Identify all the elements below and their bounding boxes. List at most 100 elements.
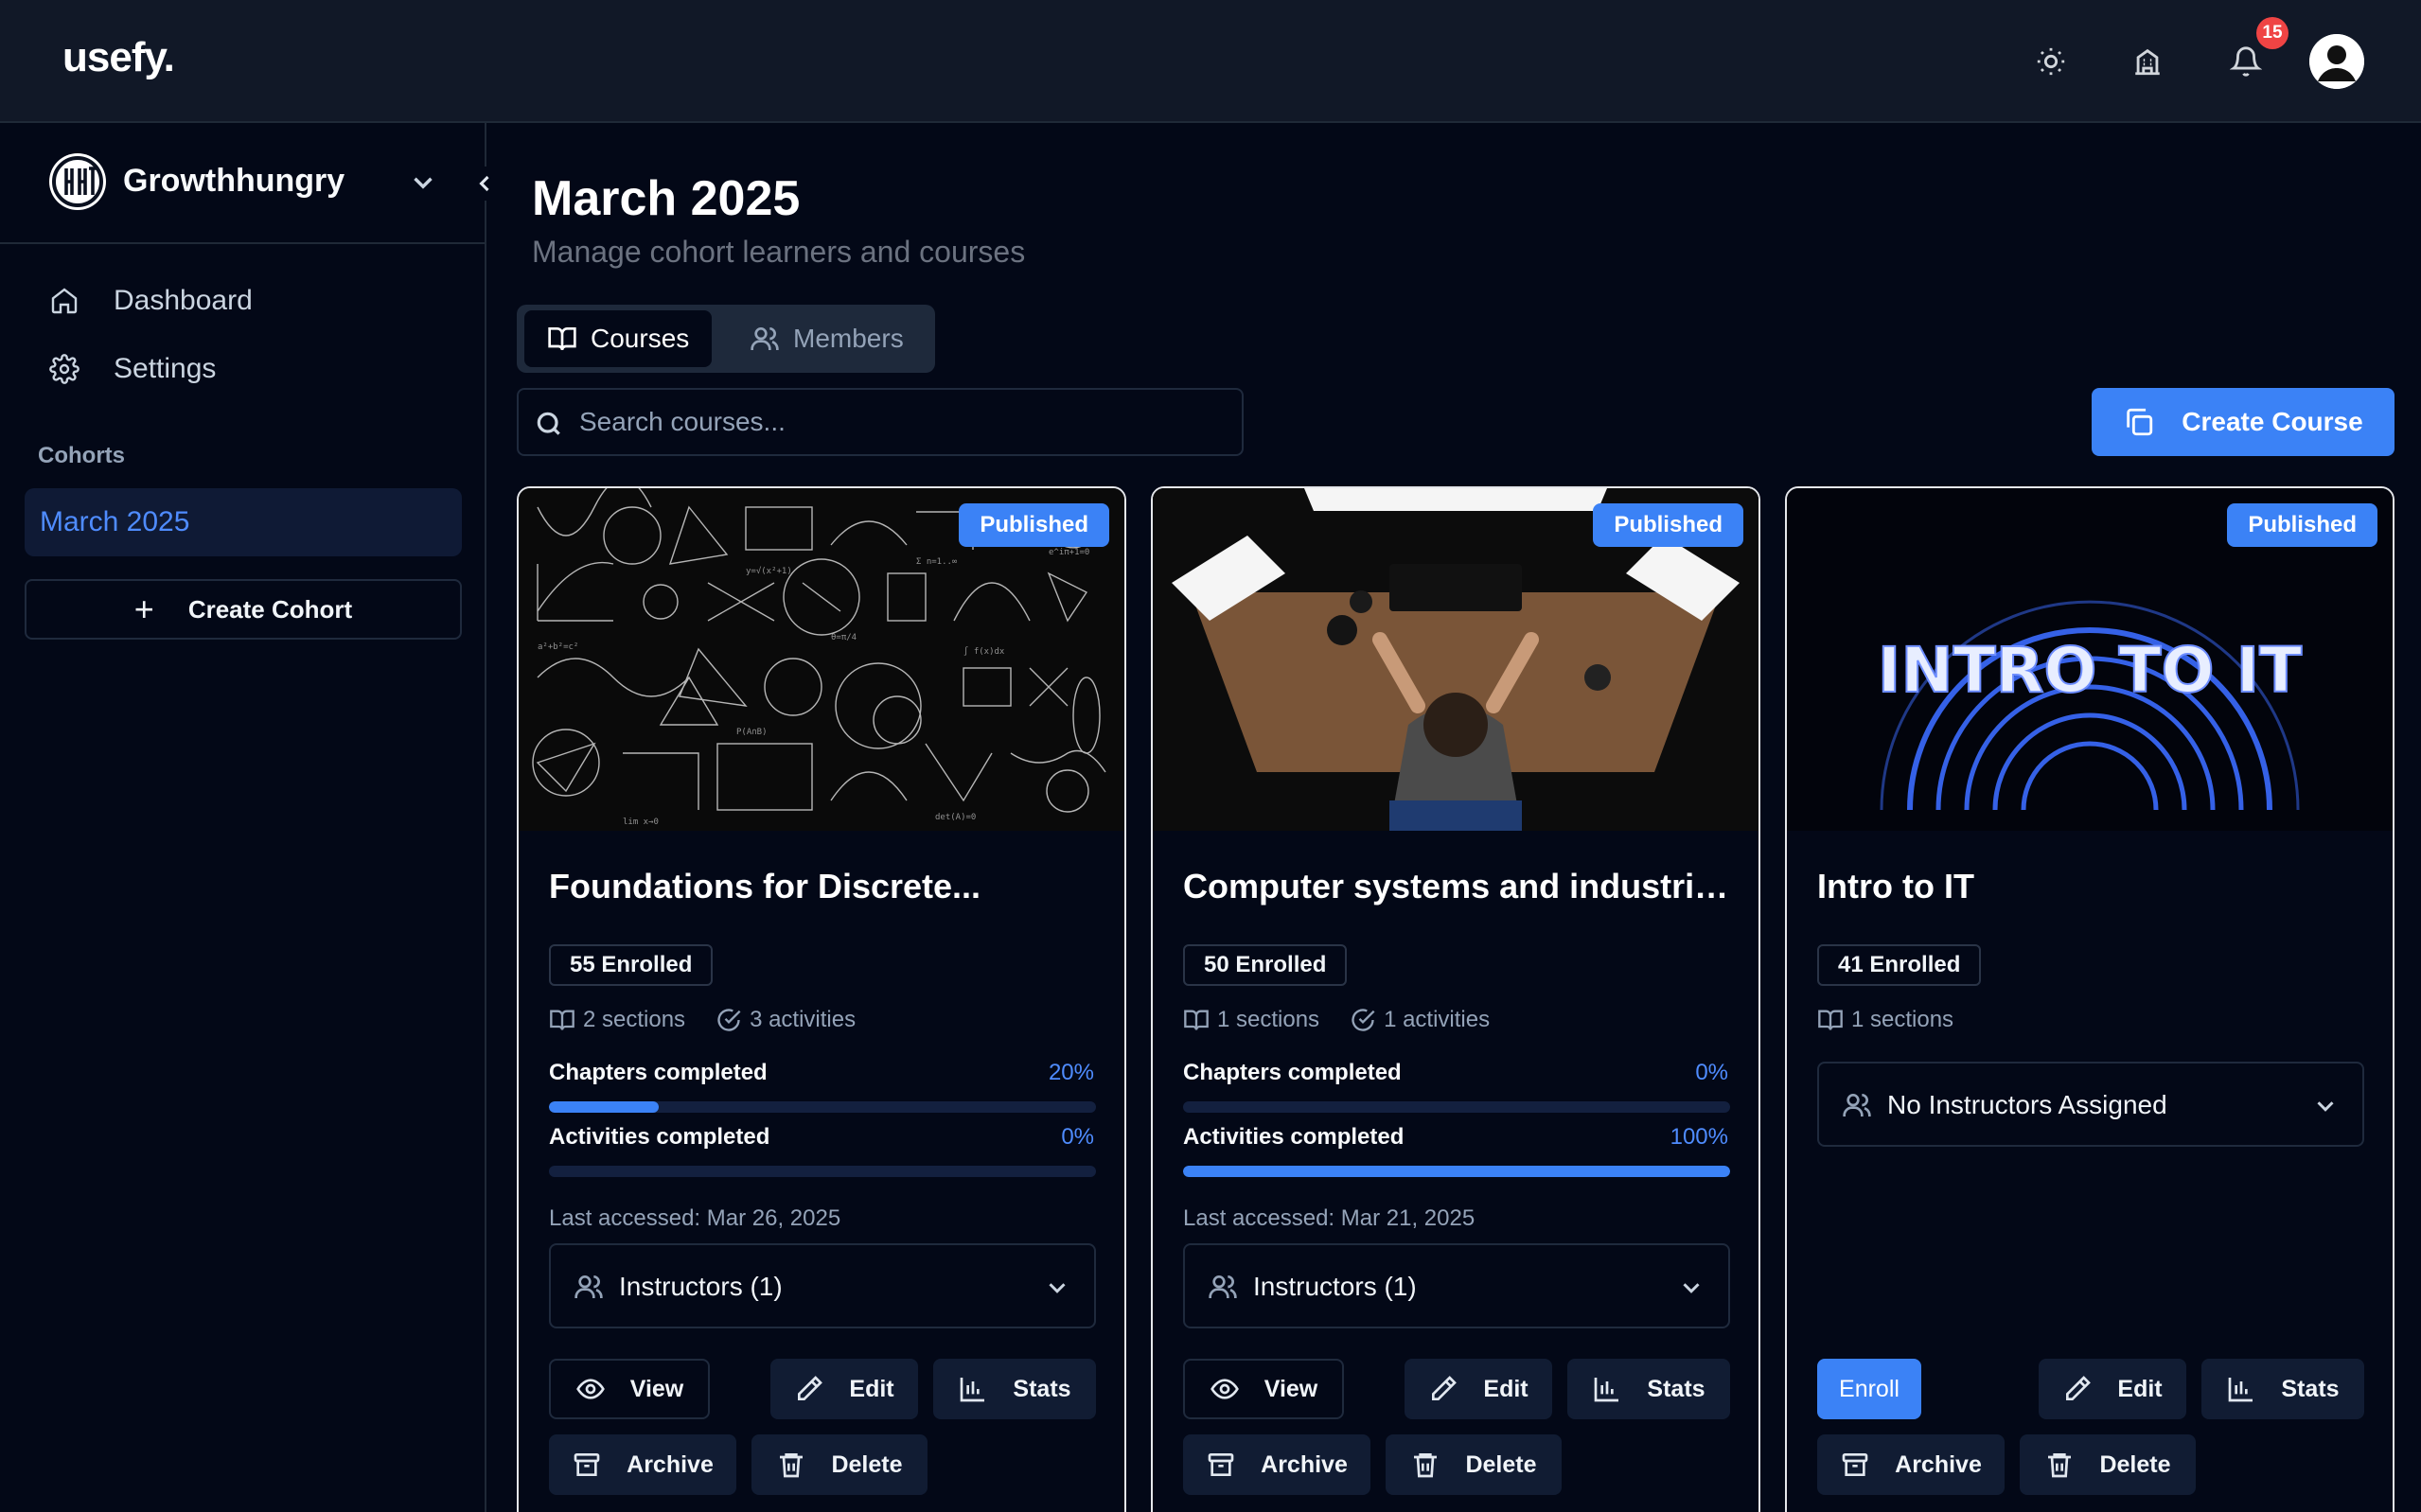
progress-fill: [1183, 1166, 1730, 1177]
create-cohort-label: Create Cohort: [187, 594, 353, 624]
book-open-icon: [1818, 1010, 1843, 1030]
stats-button[interactable]: Stats: [2201, 1359, 2364, 1419]
activities-count: 1 activities: [1384, 1007, 1491, 1032]
edit-button[interactable]: Edit: [770, 1359, 918, 1419]
delete-button[interactable]: Delete: [1386, 1434, 1562, 1495]
chapters-completed-label: Chapters completed: [549, 1060, 768, 1085]
sun-icon[interactable]: [2025, 36, 2076, 87]
enrolled-badge: 41 Enrolled: [1817, 944, 1982, 986]
activities-completed-value: 0%: [1061, 1124, 1094, 1150]
svg-text:lim x→0: lim x→0: [623, 818, 659, 827]
course-card: Published Computer systems and industria…: [1151, 486, 1760, 1512]
search-input[interactable]: [579, 399, 1223, 445]
last-accessed: Last accessed: Mar 21, 2025: [1183, 1205, 1476, 1231]
delete-label: Delete: [1465, 1450, 1537, 1478]
svg-text:Σ n=1..∞: Σ n=1..∞: [916, 557, 958, 567]
tab-label: Members: [793, 324, 904, 353]
copy-icon: [2127, 408, 2153, 436]
activities-completed-label: Activities completed: [549, 1124, 770, 1150]
archive-button[interactable]: Archive: [1817, 1434, 2005, 1495]
view-label: View: [1264, 1375, 1318, 1402]
course-thumbnail[interactable]: y=√(x²+1) Σ n=1..∞ a²+b²=c² ∫ f(x)dx P(A∩B)…: [519, 488, 1124, 831]
book-open-icon: [1184, 1010, 1209, 1030]
trash-icon: [1414, 1453, 1438, 1478]
enrolled-badge: 50 Enrolled: [1183, 944, 1348, 986]
activities-completed-value: 100%: [1670, 1124, 1728, 1150]
plus-icon: +: [133, 589, 154, 628]
view-button[interactable]: View: [1183, 1359, 1344, 1419]
stats-label: Stats: [1647, 1375, 1705, 1402]
org-switcher[interactable]: Growthhungry: [0, 123, 485, 244]
top-navbar: usefy. 15: [0, 0, 2421, 123]
instructors-dropdown[interactable]: No Instructors Assigned: [1817, 1062, 2364, 1147]
thumbnail-title: INTRO TO IT: [1878, 634, 2302, 707]
tab-courses[interactable]: Courses: [524, 310, 713, 367]
app-logo[interactable]: usefy.: [62, 34, 175, 81]
instructors-dropdown[interactable]: Instructors (1): [1183, 1243, 1730, 1328]
instructors-label: Instructors (1): [1253, 1272, 1417, 1301]
users-icon: [1843, 1094, 1871, 1116]
enroll-button[interactable]: Enroll: [1817, 1359, 1921, 1419]
chevron-down-icon[interactable]: [407, 167, 439, 199]
chevron-down-icon: [1049, 1283, 1066, 1293]
tab-members[interactable]: Members: [727, 310, 927, 367]
archive-icon: [1208, 1453, 1234, 1476]
cohorts-heading: Cohorts: [38, 443, 125, 468]
sidebar-item-settings[interactable]: Settings: [49, 346, 216, 392]
svg-text:θ=π/4: θ=π/4: [831, 633, 857, 642]
stats-button[interactable]: Stats: [933, 1359, 1096, 1419]
archive-icon: [574, 1453, 600, 1476]
edit-button[interactable]: Edit: [1405, 1359, 1552, 1419]
course-meta: 2 sections 3 activities: [549, 1007, 886, 1033]
pencil-icon: [2066, 1376, 2092, 1400]
svg-text:det(A)=0: det(A)=0: [935, 813, 976, 822]
check-circle-icon: [717, 1009, 741, 1031]
chapters-progress-bar: [1183, 1101, 1730, 1113]
collapse-sidebar-button[interactable]: [468, 167, 502, 201]
course-title[interactable]: Foundations for Discrete...: [549, 867, 1107, 906]
delete-button[interactable]: Delete: [2020, 1434, 2196, 1495]
delete-button[interactable]: Delete: [751, 1434, 928, 1495]
sections-count: 1 sections: [1851, 1007, 1954, 1032]
archive-button[interactable]: Archive: [1183, 1434, 1370, 1495]
users-icon: [751, 327, 779, 350]
sidebar: Growthhungry Dashboard Settings Cohorts …: [0, 123, 502, 1512]
svg-text:∫ f(x)dx: ∫ f(x)dx: [963, 646, 1005, 657]
chevron-down-icon: [2317, 1101, 2334, 1112]
last-accessed: Last accessed: Mar 26, 2025: [549, 1205, 841, 1231]
instructors-dropdown[interactable]: Instructors (1): [549, 1243, 1096, 1328]
pencil-icon: [798, 1376, 823, 1400]
bar-chart-icon: [961, 1378, 985, 1402]
chapters-progress-bar: [549, 1101, 1096, 1113]
building-icon[interactable]: [2122, 36, 2173, 87]
search-bar: [517, 388, 1244, 456]
enrolled-badge: 55 Enrolled: [549, 944, 714, 986]
avatar[interactable]: [2309, 34, 2364, 89]
stats-button[interactable]: Stats: [1567, 1359, 1730, 1419]
create-cohort-button[interactable]: + Create Cohort: [25, 579, 462, 640]
sidebar-item-dashboard[interactable]: Dashboard: [49, 278, 253, 324]
published-badge: Published: [959, 503, 1109, 547]
course-title[interactable]: Computer systems and industrial...: [1183, 867, 1741, 906]
course-thumbnail[interactable]: Published: [1153, 488, 1758, 831]
tab-list: Courses Members: [517, 305, 935, 373]
eye-icon: [1210, 1379, 1239, 1399]
delete-label: Delete: [2099, 1450, 2171, 1478]
course-title[interactable]: Intro to IT: [1817, 867, 2376, 906]
sidebar-item-label: Dashboard: [114, 285, 253, 316]
course-meta: 1 sections 1 activities: [1183, 1007, 1520, 1033]
notification-badge: 15: [2256, 17, 2288, 49]
course-card: y=√(x²+1) Σ n=1..∞ a²+b²=c² ∫ f(x)dx P(A∩B)…: [517, 486, 1126, 1512]
edit-label: Edit: [2117, 1375, 2163, 1402]
create-course-button[interactable]: Create Course: [2092, 388, 2394, 456]
archive-button[interactable]: Archive: [549, 1434, 736, 1495]
eye-icon: [575, 1379, 605, 1399]
view-button[interactable]: View: [549, 1359, 710, 1419]
org-logo-icon: [49, 153, 106, 210]
published-badge: Published: [1593, 503, 1743, 547]
sidebar-item-cohort[interactable]: March 2025: [25, 488, 462, 556]
archive-label: Archive: [1895, 1450, 1982, 1478]
course-thumbnail[interactable]: INTRO TO IT Published: [1787, 488, 2393, 831]
edit-button[interactable]: Edit: [2039, 1359, 2186, 1419]
svg-text:a²+b²=c²: a²+b²=c²: [538, 642, 578, 652]
